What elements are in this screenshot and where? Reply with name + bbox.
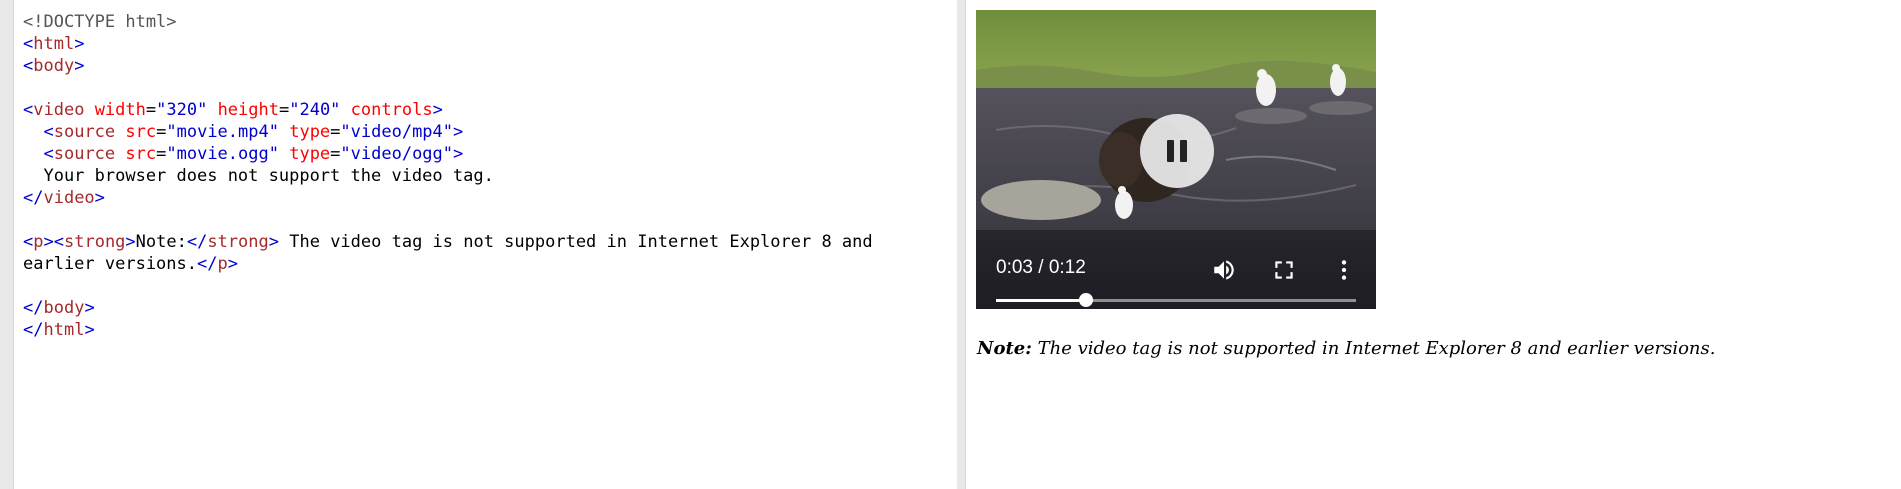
note-text: The video tag is not supported in Intern… xyxy=(1031,338,1716,359)
code-line: </html> xyxy=(23,320,95,340)
code-line: Your browser does not support the video … xyxy=(23,166,494,186)
code-editor-panel[interactable]: <!DOCTYPE html><html><body>​<video width… xyxy=(13,0,958,489)
progress-bar[interactable] xyxy=(996,293,1356,307)
more-vertical-icon[interactable] xyxy=(1331,257,1357,283)
note-label: Note: xyxy=(977,338,1032,359)
code-line: </body> xyxy=(23,298,95,318)
code-line: ​ xyxy=(23,77,873,99)
pause-icon xyxy=(1167,140,1174,162)
progress-thumb[interactable] xyxy=(1079,293,1093,307)
progress-fill xyxy=(996,299,1086,302)
pause-icon-bar xyxy=(1180,140,1187,162)
time-display: 0:03 / 0:12 xyxy=(996,257,1086,278)
video-player[interactable]: 0:03 / 0:12 xyxy=(976,10,1376,309)
code-line: <!DOCTYPE html> xyxy=(23,12,177,32)
code-line: <source src="movie.ogg" type="video/ogg"… xyxy=(43,144,464,164)
code-editor[interactable]: <!DOCTYPE html><html><body>​<video width… xyxy=(23,11,873,341)
code-line: ​ xyxy=(23,275,873,297)
code-line: earlier versions.</p> xyxy=(23,254,238,274)
code-line: <source src="movie.mp4" type="video/mp4"… xyxy=(43,122,464,142)
panel-divider[interactable] xyxy=(957,0,965,489)
code-line: <p><strong>Note:</strong> The video tag … xyxy=(23,232,873,252)
code-line: </video> xyxy=(23,188,105,208)
code-line: <body> xyxy=(23,56,85,76)
volume-icon[interactable] xyxy=(1211,257,1237,283)
code-line: ​ xyxy=(23,209,873,231)
fullscreen-icon[interactable] xyxy=(1271,257,1297,283)
code-line: <html> xyxy=(23,34,85,54)
code-line: <video width="320" height="240" controls… xyxy=(23,100,443,120)
pause-button[interactable] xyxy=(1140,114,1214,188)
result-panel: 0:03 / 0:12 Note: The video tag is not s… xyxy=(965,0,1901,489)
note-paragraph: Note: The video tag is not supported in … xyxy=(977,338,1715,359)
